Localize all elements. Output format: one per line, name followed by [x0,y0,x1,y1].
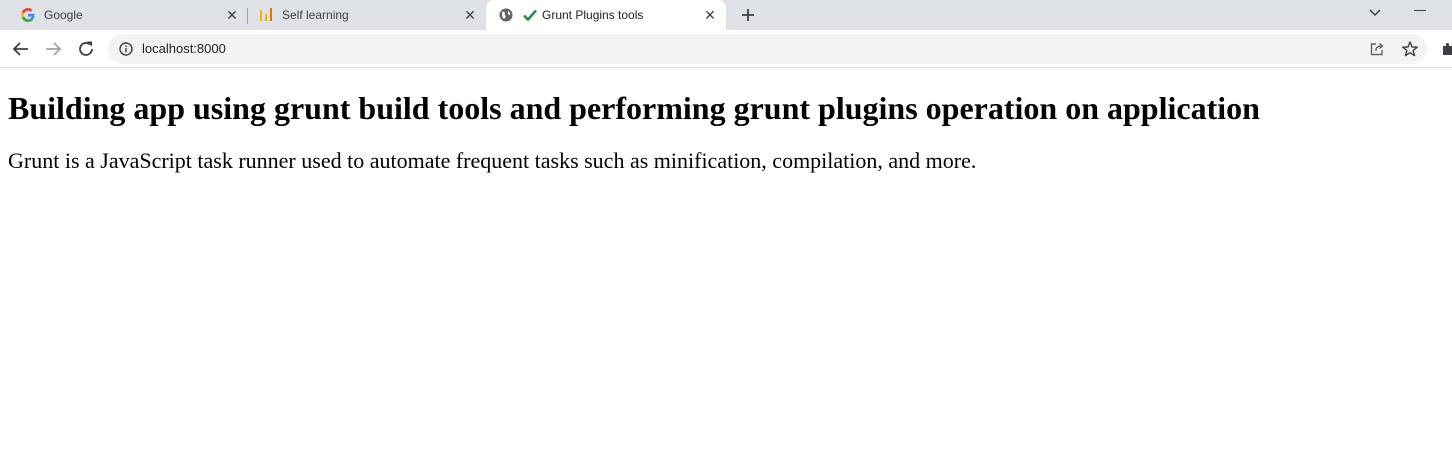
page-content: Building app using grunt build tools and… [8,68,1444,173]
chevron-down-icon[interactable] [1366,4,1384,22]
tab-self-learning[interactable]: Self learning ✕ [248,0,486,30]
bar-chart-icon [258,7,274,23]
forward-arrow-icon[interactable] [42,38,64,60]
page-paragraph: Grunt is a JavaScript task runner used t… [8,148,977,173]
close-tab-icon[interactable]: ✕ [702,7,718,23]
tab-strip: Google ✕ Self learning ✕ Grunt Plugins t… [0,0,1452,30]
browser-toolbar: localhost:8000 [0,30,1452,68]
tab-title: Grunt Plugins tools [542,8,644,22]
close-tab-icon[interactable]: ✕ [224,7,240,23]
extensions-puzzle-icon[interactable] [1440,41,1452,57]
address-url[interactable]: localhost:8000 [142,42,226,56]
address-bar[interactable]: localhost:8000 [108,34,1427,64]
share-icon[interactable] [1369,41,1385,57]
minimize-icon[interactable] [1414,10,1426,11]
tab-google[interactable]: Google ✕ [0,0,248,30]
tab-title: Google [44,8,83,22]
google-g-icon [20,7,36,23]
info-icon[interactable] [119,42,133,56]
checkmark-icon [522,7,538,23]
tab-title: Self learning [282,8,349,22]
back-arrow-icon[interactable] [10,38,32,60]
tab-grunt-plugins[interactable]: Grunt Plugins tools ✕ [486,0,726,30]
reload-icon[interactable] [75,38,97,60]
globe-icon [498,7,514,23]
close-tab-icon[interactable]: ✕ [462,7,478,23]
new-tab-icon[interactable] [738,5,758,25]
bookmark-star-icon[interactable] [1401,40,1419,58]
page-heading: Building app using grunt build tools and… [8,90,1260,126]
